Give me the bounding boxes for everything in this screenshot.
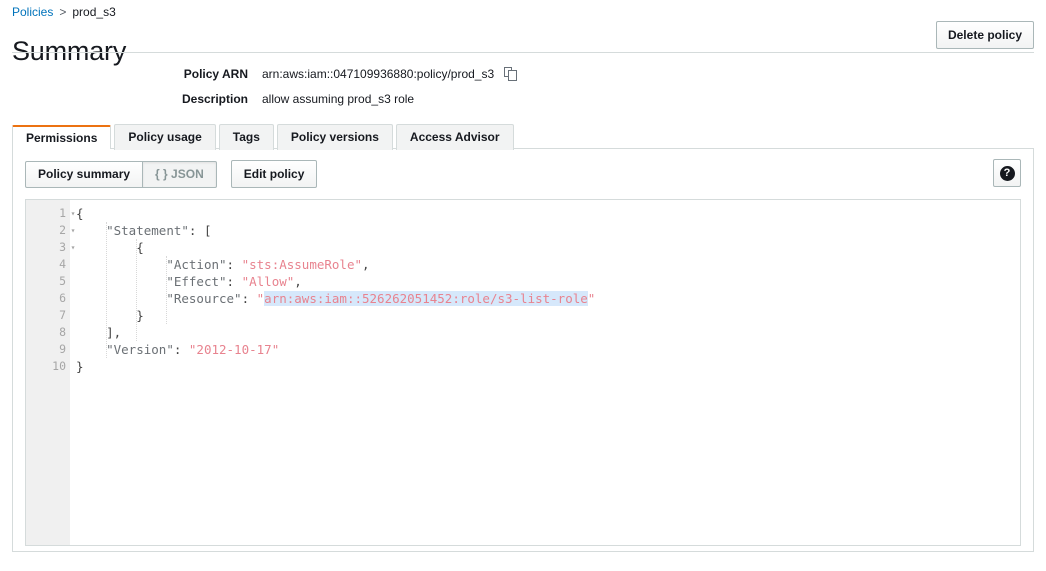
json-punctuation [76,223,106,238]
gutter-line-number: 6 [59,291,66,305]
code-line: "Version": "2012-10-17" [76,341,1020,358]
json-punctuation: { [76,240,144,255]
gutter-line-number: 5 [59,274,66,288]
json-punctuation: ], [76,325,122,340]
tab-strip: Permissions Policy usage Tags Policy ver… [12,124,1034,150]
policy-summary-button[interactable]: Policy summary [25,160,144,188]
json-punctuation: : [173,342,189,357]
json-key: "Statement" [106,223,189,238]
json-key: "Resource" [166,291,242,306]
policy-arn-value-wrap: arn:aws:iam::047109936880:policy/prod_s3 [262,66,518,82]
json-view-button[interactable]: { } JSON [143,160,217,188]
json-punctuation [76,274,166,289]
code-line: "Statement": [ [76,222,1020,239]
json-string-value: "sts:AssumeRole" [241,257,363,272]
json-punctuation: : [226,257,242,272]
help-button[interactable]: ? [993,159,1021,187]
copy-icon[interactable] [504,66,518,82]
tabs-section: Permissions Policy usage Tags Policy ver… [12,124,1034,552]
gutter-line-number: 1 ▾ [59,206,76,220]
json-code-editor[interactable]: 1 ▾ 2 ▾ 3 ▾ 4 5 6 7 8 9 10 { "Statement": [ { "Actio… [25,199,1021,546]
json-punctuation [76,257,166,272]
json-key: "Version" [106,342,174,357]
code-line: "Action": "sts:AssumeRole", [76,256,1020,273]
code-line: "Effect": "Allow", [76,273,1020,290]
permissions-tab-panel: Policy summary { } JSON Edit policy ? 1 ▾… [12,148,1034,552]
json-punctuation: } [76,359,84,374]
editor-code-area[interactable]: { "Statement": [ { "Action": "sts:Assume… [70,200,1020,545]
selected-text: arn:aws:iam::526262051452:role/s3-list-r… [264,291,588,306]
json-string-value: "Allow" [241,274,295,289]
description-value: allow assuming prod_s3 role [262,92,415,106]
code-line: "Resource": "arn:aws:iam::526262051452:r… [76,290,1020,307]
json-punctuation: , [294,274,302,289]
gutter-line-number: 4 [59,257,66,271]
gutter-line-number: 7 [59,308,66,322]
tab-policy-usage[interactable]: Policy usage [114,124,216,150]
json-punctuation: { [76,206,84,221]
title-divider [12,52,1034,53]
code-line: } [76,358,1020,375]
question-mark-icon: ? [999,165,1015,181]
json-punctuation [76,291,166,306]
json-key: "Action" [166,257,227,272]
code-line: ], [76,324,1020,341]
gutter-line-number: 2 ▾ [59,223,76,237]
json-punctuation: , [362,257,370,272]
json-punctuation: : [ [188,223,212,238]
policy-arn-value: arn:aws:iam::047109936880:policy/prod_s3 [262,67,495,81]
code-line: { [76,205,1020,222]
gutter-line-number: 3 ▾ [59,240,76,254]
view-mode-segmented-control: Policy summary { } JSON [25,160,217,188]
breadcrumb-current-prod-s3: prod_s3 [72,5,116,19]
edit-policy-button[interactable]: Edit policy [230,160,318,188]
json-punctuation [76,342,106,357]
code-line: { [76,239,1020,256]
json-string-value: "arn:aws:iam::526262051452:role/s3-list-… [256,291,596,306]
policy-arn-label: Policy ARN [183,67,248,81]
copy-icon-front-sheet [508,69,518,81]
detail-row-policy-arn: Policy ARN arn:aws:iam::047109936880:pol… [0,66,1046,82]
json-punctuation: : [226,274,242,289]
json-string-value: "2012-10-17" [188,342,280,357]
tab-policy-versions[interactable]: Policy versions [276,124,393,150]
delete-policy-button[interactable]: Delete policy [935,21,1034,49]
tab-permissions[interactable]: Permissions [12,125,112,149]
description-label: Description [181,92,248,106]
breadcrumb: Policies > prod_s3 [12,5,116,19]
editor-gutter: 1 ▾ 2 ▾ 3 ▾ 4 5 6 7 8 9 10 [26,200,76,545]
tab-access-advisor[interactable]: Access Advisor [395,124,514,150]
detail-row-description: Description allow assuming prod_s3 role [0,91,1046,107]
code-line: } [76,307,1020,324]
description-value-wrap: allow assuming prod_s3 role [262,91,414,107]
json-punctuation: : [241,291,257,306]
gutter-line-number: 9 [59,342,66,356]
json-punctuation: } [76,308,144,323]
json-key: "Effect" [166,274,227,289]
gutter-line-number: 8 [59,325,66,339]
breadcrumb-link-policies[interactable]: Policies [12,5,53,19]
gutter-line-number: 10 [52,359,66,373]
breadcrumb-separator: > [59,5,67,19]
editor-toolbar: Policy summary { } JSON Edit policy ? [25,159,1021,188]
tab-tags[interactable]: Tags [218,124,274,150]
policy-details: Policy ARN arn:aws:iam::047109936880:pol… [0,66,1046,116]
